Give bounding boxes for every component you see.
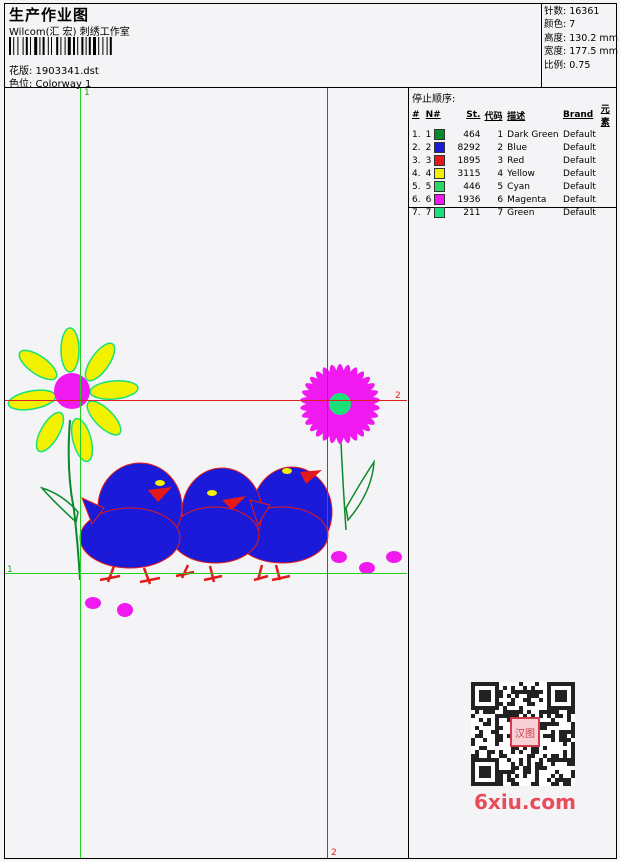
qr-code: 汉图 [471, 682, 575, 786]
guide-horizontal-green [5, 573, 407, 574]
svg-text:汉图: 汉图 [515, 728, 535, 740]
guide-horizontal-red [5, 400, 407, 401]
bird-left [79, 462, 183, 585]
guide-label-green: 1 [7, 565, 13, 575]
flower-leaf [345, 459, 375, 522]
guide-label-red: 2 [395, 391, 401, 401]
guide-vertical-green [80, 88, 81, 858]
watermark-text: 6xiu.com [474, 790, 576, 814]
daisy-center [54, 373, 90, 409]
guide-vertical-red [327, 88, 328, 858]
flower-center [329, 393, 351, 415]
guide-label-green: 1 [84, 88, 90, 98]
guide-label-red: 2 [331, 848, 337, 858]
bird-middle [170, 467, 271, 583]
